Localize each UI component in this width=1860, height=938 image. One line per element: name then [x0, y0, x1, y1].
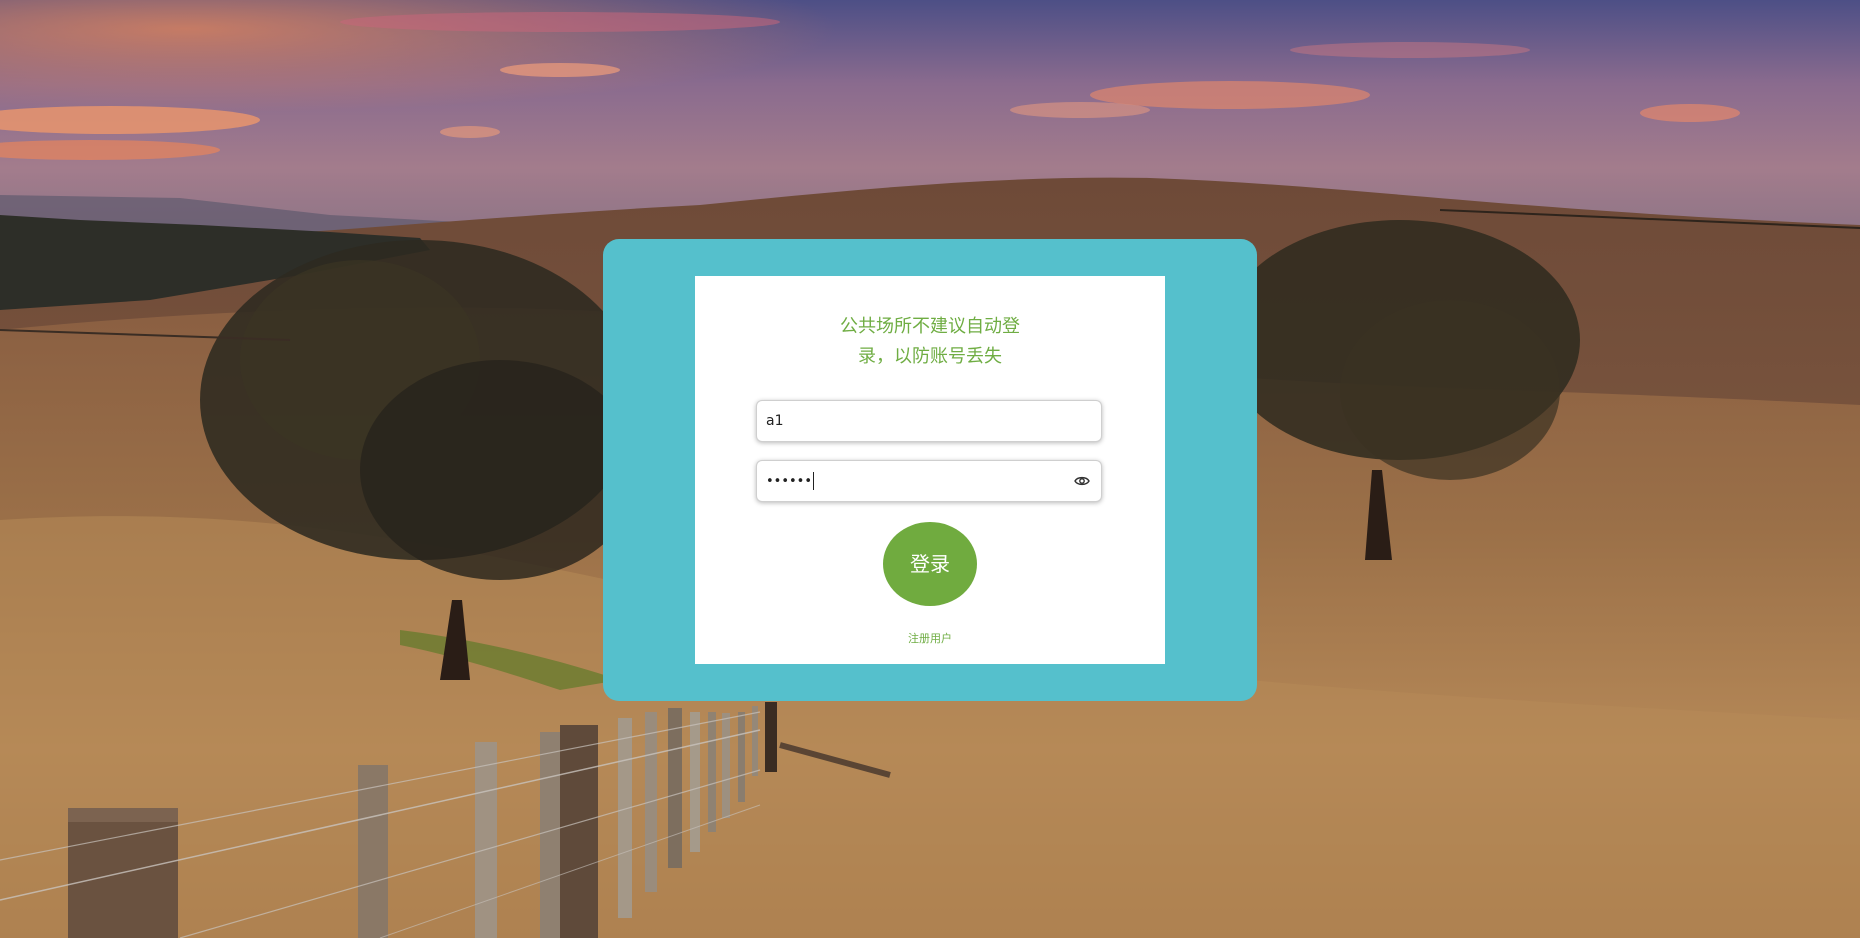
password-value-wrap: ••••••: [766, 461, 815, 501]
notice-line-1: 公共场所不建议自动登: [840, 316, 1020, 337]
username-field[interactable]: a1: [756, 400, 1102, 442]
register-link[interactable]: 注册用户: [695, 630, 1165, 646]
login-page: 公共场所不建议自动登 录，以防账号丢失 a1 •••••• 登录 注册用户: [0, 0, 1860, 938]
eye-icon[interactable]: [1074, 474, 1090, 488]
notice-line-2: 录，以防账号丢失: [858, 346, 1002, 367]
security-notice: 公共场所不建议自动登 录，以防账号丢失: [695, 312, 1165, 372]
login-button[interactable]: 登录: [883, 522, 977, 606]
login-card: 公共场所不建议自动登 录，以防账号丢失 a1 •••••• 登录 注册用户: [695, 276, 1165, 664]
password-field[interactable]: ••••••: [756, 460, 1102, 502]
username-value: a1: [766, 413, 784, 429]
text-caret: [813, 472, 815, 490]
login-frame: 公共场所不建议自动登 录，以防账号丢失 a1 •••••• 登录 注册用户: [603, 239, 1257, 701]
password-value: ••••••: [766, 474, 813, 489]
